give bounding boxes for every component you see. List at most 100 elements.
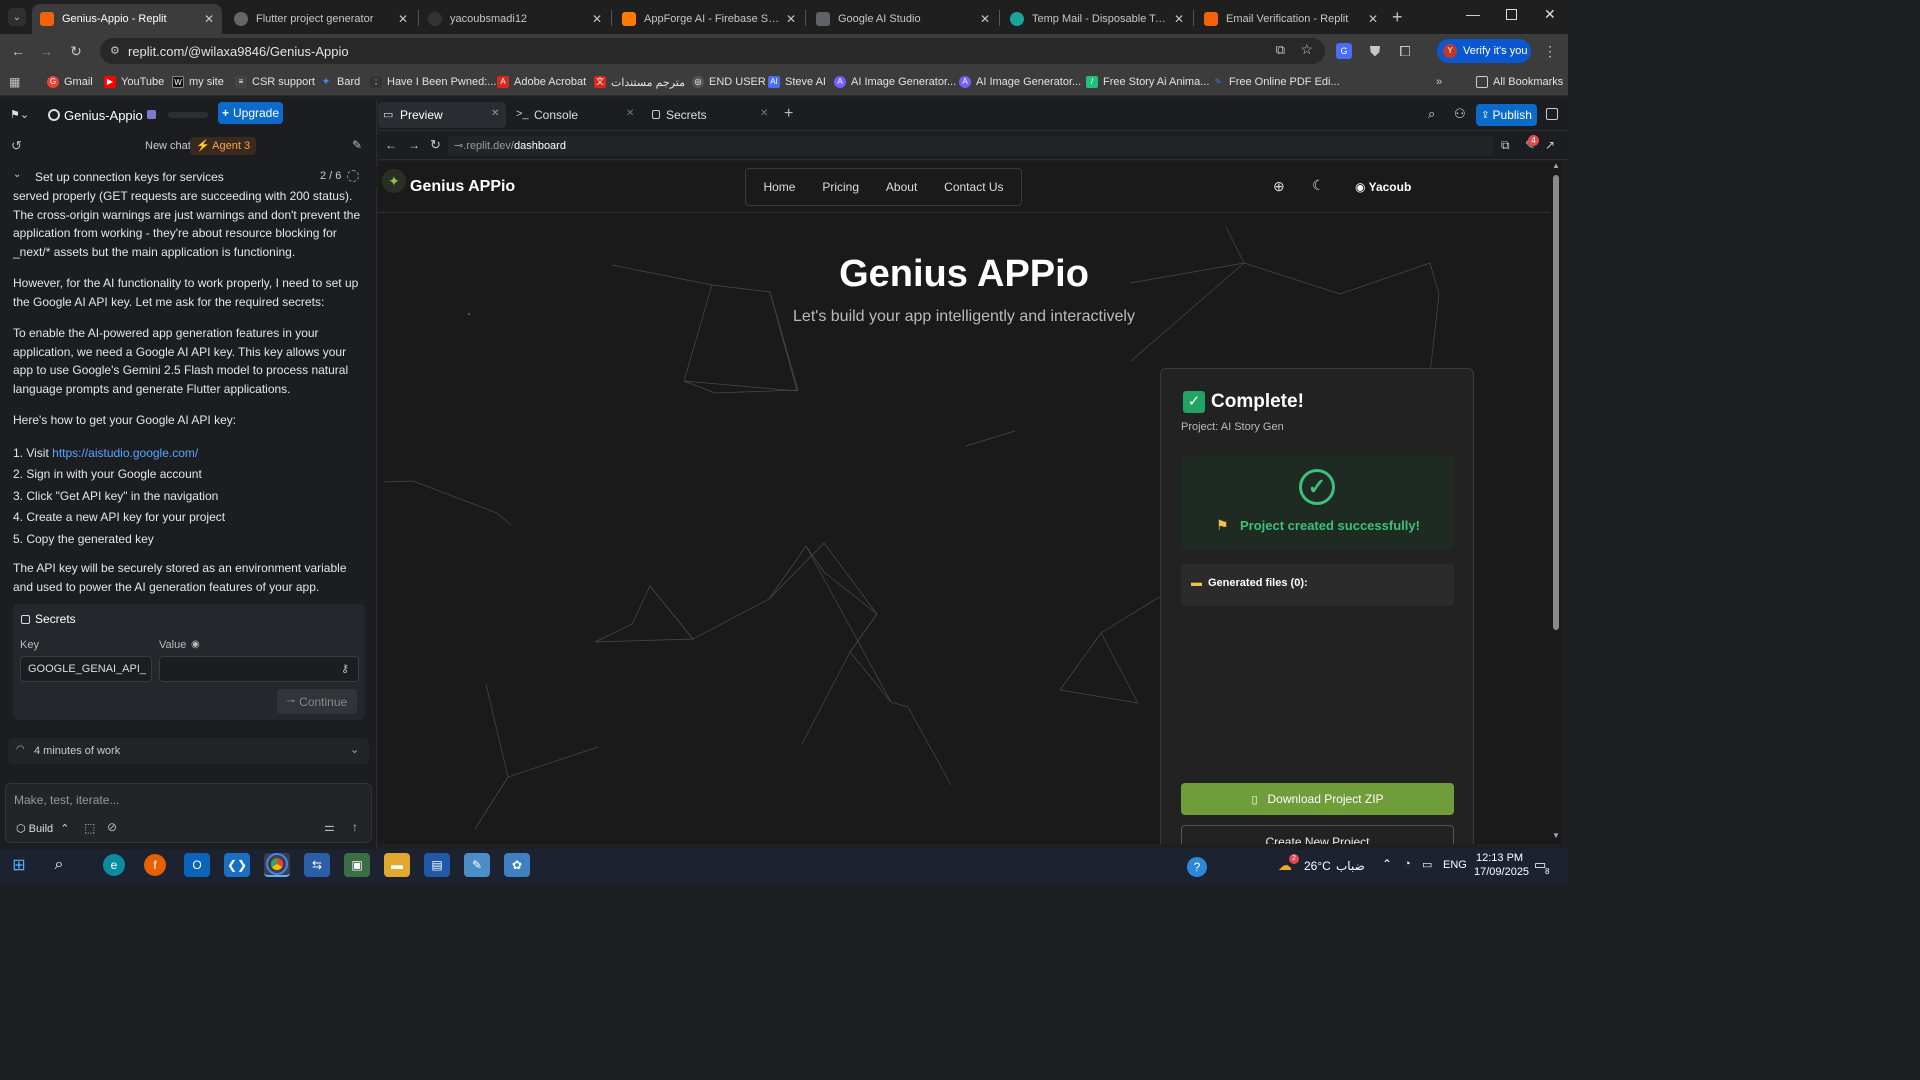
bookmark-free-story-ai[interactable]: / Free Story Ai Anima... (1086, 74, 1209, 90)
browser-tab[interactable]: yacoubsmadi12 ✕ (420, 4, 610, 34)
bookmark-doc-translator[interactable]: 文 مترجم مستندات (594, 74, 685, 90)
open-external-icon[interactable]: ↗ (1545, 138, 1555, 152)
close-tab-icon[interactable]: ✕ (204, 12, 214, 26)
close-tab-icon[interactable]: ✕ (1174, 12, 1184, 26)
browser-tab[interactable]: Google AI Studio ✕ (808, 4, 998, 34)
send-arrow-icon[interactable]: ↑ (352, 820, 358, 834)
browser-tab[interactable]: AppForge AI - Firebase Studio ✕ (614, 4, 804, 34)
help-icon[interactable]: ? (1187, 857, 1207, 877)
reload-icon[interactable]: ↻ (430, 137, 441, 153)
file-explorer-icon[interactable]: ▬ (384, 853, 410, 877)
close-tab-icon[interactable]: ✕ (491, 108, 499, 119)
restore-window-icon[interactable] (1506, 9, 1517, 20)
bookmark-adobe-acrobat[interactable]: A Adobe Acrobat (497, 74, 586, 90)
site-info-icon[interactable]: ⚙ (110, 44, 120, 57)
publish-button[interactable]: ⇪ Publish (1476, 104, 1537, 126)
bookmark-end-user[interactable]: ◎ END USER (692, 74, 766, 90)
replit-menu-icon[interactable]: ⚑⌄ (10, 108, 29, 121)
close-tab-icon[interactable]: ✕ (1368, 12, 1378, 26)
close-tab-icon[interactable]: ✕ (980, 12, 990, 26)
forward-icon[interactable]: → (408, 138, 420, 152)
tab-search-icon[interactable]: ⌄ (8, 8, 26, 26)
nav-about[interactable]: About (886, 180, 917, 194)
apps-grid-icon[interactable]: ▦ (9, 74, 20, 90)
search-icon[interactable]: ⌕ (46, 853, 72, 877)
clock-date[interactable]: 17/09/2025 (1474, 866, 1529, 878)
address-bar[interactable]: ⚙ replit.com/@wilaxa9846/Genius-Appio ⧉ … (100, 38, 1325, 64)
paint-app-icon[interactable]: ✿ (504, 853, 530, 877)
toggle-sidebar-icon[interactable] (1546, 108, 1558, 120)
tab-preview[interactable]: ▭ Preview ✕ (378, 102, 506, 128)
star-icon[interactable]: ☆ (1300, 41, 1313, 58)
secret-value-field[interactable] (159, 656, 359, 682)
bookmark-ai-image-generator[interactable]: A AI Image Generator... (834, 74, 956, 90)
install-app-icon[interactable]: ⧉ (1276, 42, 1285, 58)
chrome-icon[interactable] (264, 853, 290, 877)
translate-icon[interactable]: G (1336, 43, 1352, 59)
build-mode-button[interactable]: ⬡ Build ⌃ (16, 822, 69, 835)
shield-extension-icon[interactable]: ⛊ (1366, 42, 1384, 60)
tab-secrets[interactable]: Secrets ✕ (649, 102, 773, 128)
aistudio-link[interactable]: https://aistudio.google.com/ (52, 446, 198, 460)
menu-kebab-icon[interactable]: ⋮ (1541, 42, 1559, 60)
project-name[interactable]: Genius-Appio (64, 108, 143, 123)
close-window-icon[interactable]: ✕ (1544, 6, 1556, 23)
outlook-icon[interactable]: O (184, 853, 210, 877)
devices-icon[interactable]: ⧉ (1501, 138, 1510, 153)
site-logo-text[interactable]: Genius APPio (410, 178, 515, 196)
add-tab-icon[interactable]: + (784, 105, 793, 123)
new-tab-icon[interactable]: + (1392, 7, 1403, 28)
agent-badge[interactable]: ⚡ Agent 3 (190, 137, 257, 155)
network-tool-icon[interactable]: ⇆ (304, 853, 330, 877)
browser-tab[interactable]: Temp Mail - Disposable Tempo ✕ (1002, 4, 1192, 34)
wifi-icon[interactable]: ◔ (1404, 858, 1411, 870)
tab-console[interactable]: >_ Console ✕ (514, 102, 638, 128)
close-tab-icon[interactable]: ✕ (592, 12, 602, 26)
create-new-project-button[interactable]: Create New Project (1181, 825, 1454, 844)
bookmark-gmail[interactable]: G Gmail (47, 74, 93, 90)
profile-verify-button[interactable]: Y Verify it's you (1437, 39, 1531, 63)
bookmark-ai-image-generator-2[interactable]: A AI Image Generator... (959, 74, 1081, 90)
invite-user-icon[interactable]: ⚇ (1454, 106, 1466, 122)
search-icon[interactable]: ⌕ (1428, 106, 1435, 122)
firefox-icon[interactable]: f (144, 854, 166, 876)
new-chat-label[interactable]: New chat (145, 140, 191, 152)
windows-start-icon[interactable]: ⊞ (6, 853, 32, 877)
language-globe-icon[interactable]: ⊕ (1273, 178, 1285, 195)
attach-icon[interactable]: ⊘ (107, 820, 117, 834)
upgrade-button[interactable]: + Upgrade (218, 102, 283, 124)
vscode-icon[interactable]: ❮❯ (224, 853, 250, 877)
nav-home[interactable]: Home (763, 180, 795, 194)
language-indicator[interactable]: ENG (1443, 859, 1467, 871)
download-zip-button[interactable]: ▯ Download Project ZIP (1181, 783, 1454, 815)
continue-button[interactable]: ⊸ Continue (277, 689, 357, 714)
close-tab-icon[interactable]: ✕ (786, 12, 796, 26)
key-icon[interactable]: ⚷ (341, 662, 349, 675)
forward-icon[interactable]: → (37, 42, 55, 60)
bookmark-csr-support[interactable]: ≡ CSR support (235, 74, 315, 90)
scroll-thumb[interactable] (1553, 175, 1559, 630)
history-icon[interactable]: ↺ (11, 138, 22, 154)
bookmark-pdf-editor[interactable]: ✎ Free Online PDF Edi... (1212, 74, 1340, 90)
eye-icon[interactable]: ◉ (191, 639, 200, 650)
browser-tab[interactable]: Flutter project generator ✕ (226, 4, 416, 34)
back-icon[interactable]: ← (9, 42, 27, 60)
close-tab-icon[interactable]: ✕ (626, 108, 634, 119)
minimize-window-icon[interactable]: — (1466, 6, 1480, 22)
clock-time[interactable]: 12:13 PM (1476, 852, 1523, 864)
extensions-icon[interactable]: ⧠ (1396, 42, 1414, 60)
edge-icon[interactable]: e (103, 854, 125, 876)
scroll-up-icon[interactable]: ▲ (1552, 161, 1560, 170)
bookmark-steve-ai[interactable]: AI Steve AI (768, 74, 826, 90)
preview-url-field[interactable]: ⊸.replit.dev/dashboard (448, 136, 1493, 156)
prompt-input[interactable]: Make, test, iterate... (14, 793, 119, 807)
bookmark-youtube[interactable]: ▶ YouTube (104, 74, 164, 90)
notes-app-icon[interactable]: ✎ (464, 853, 490, 877)
nav-pricing[interactable]: Pricing (822, 180, 859, 194)
back-icon[interactable]: ← (385, 138, 397, 152)
scroll-down-icon[interactable]: ▼ (1552, 831, 1560, 840)
user-menu[interactable]: ◉ Yacoub (1355, 180, 1411, 194)
image-viewer-icon[interactable]: ▣ (344, 853, 370, 877)
chevron-up-icon[interactable]: ⌃ (1382, 857, 1392, 871)
preview-scrollbar[interactable]: ▲ ▼ (1550, 161, 1562, 844)
